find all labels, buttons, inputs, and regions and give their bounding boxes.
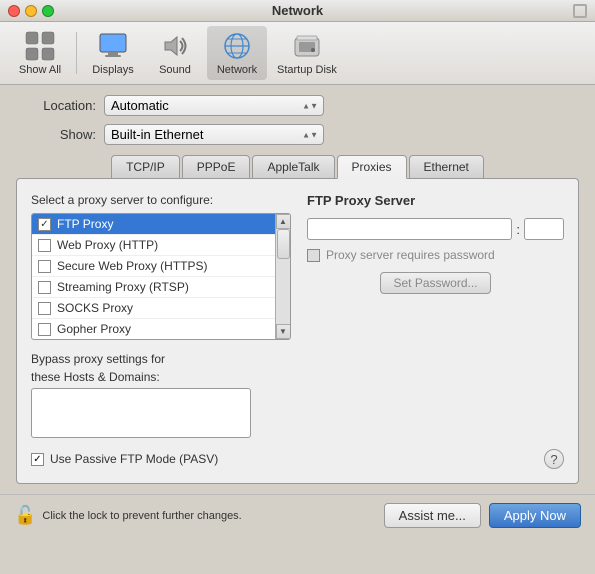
proxy-checkbox-web[interactable] bbox=[38, 239, 51, 252]
minimize-button[interactable] bbox=[25, 5, 37, 17]
startup-disk-icon bbox=[291, 30, 323, 62]
window-title: Network bbox=[272, 3, 323, 18]
apply-now-button[interactable]: Apply Now bbox=[489, 503, 581, 528]
ftp-colon: : bbox=[516, 222, 520, 237]
toolbar-divider-1 bbox=[76, 32, 77, 74]
proxy-item-ftp[interactable]: ✓ FTP Proxy bbox=[32, 214, 275, 235]
show-select[interactable]: Built-in Ethernet bbox=[104, 124, 324, 145]
tab-ethernet[interactable]: Ethernet bbox=[409, 155, 484, 179]
proxy-list: ✓ FTP Proxy Web Proxy (HTTP) Secure Web … bbox=[32, 214, 275, 339]
network-label: Network bbox=[217, 64, 257, 76]
show-select-wrapper[interactable]: Built-in Ethernet bbox=[104, 124, 324, 145]
maximize-button[interactable] bbox=[42, 5, 54, 17]
show-all-label: Show All bbox=[19, 64, 61, 76]
location-label: Location: bbox=[16, 98, 96, 113]
ftp-section-title: FTP Proxy Server bbox=[307, 193, 564, 208]
proxy-checkbox-ftp[interactable]: ✓ bbox=[38, 218, 51, 231]
ftp-requires-password-checkbox[interactable] bbox=[307, 249, 320, 262]
ftp-port-input[interactable] bbox=[524, 218, 564, 240]
proxy-label-streaming: Streaming Proxy (RTSP) bbox=[57, 280, 189, 294]
bypass-label-line1: Bypass proxy settings for bbox=[31, 352, 564, 366]
title-bar: Network bbox=[0, 0, 595, 22]
bypass-label-line2: these Hosts & Domains: bbox=[31, 370, 564, 384]
proxy-label-socks: SOCKS Proxy bbox=[57, 301, 133, 315]
scroll-track bbox=[276, 229, 290, 324]
lock-area: 🔓 Click the lock to prevent further chan… bbox=[14, 505, 384, 526]
network-icon bbox=[221, 30, 253, 62]
ftp-password-row: Proxy server requires password bbox=[307, 248, 564, 262]
panel-inner: Select a proxy server to configure: ✓ FT… bbox=[31, 193, 564, 340]
scrollbar[interactable]: ▲ ▼ bbox=[275, 214, 290, 339]
show-all-icon bbox=[24, 30, 56, 62]
scroll-up-arrow[interactable]: ▲ bbox=[276, 214, 291, 229]
proxy-list-section: Select a proxy server to configure: ✓ FT… bbox=[31, 193, 291, 340]
tab-tcpip[interactable]: TCP/IP bbox=[111, 155, 180, 179]
show-row: Show: Built-in Ethernet bbox=[16, 124, 579, 145]
scroll-down-arrow[interactable]: ▼ bbox=[276, 324, 291, 339]
location-select-wrapper[interactable]: Automatic bbox=[104, 95, 324, 116]
proxy-label-web: Web Proxy (HTTP) bbox=[57, 238, 158, 252]
close-button[interactable] bbox=[8, 5, 20, 17]
proxy-item-web[interactable]: Web Proxy (HTTP) bbox=[32, 235, 275, 256]
proxy-label-secure-web: Secure Web Proxy (HTTPS) bbox=[57, 259, 207, 273]
lock-text: Click the lock to prevent further change… bbox=[42, 510, 241, 522]
displays-label: Displays bbox=[92, 64, 134, 76]
location-row: Location: Automatic bbox=[16, 95, 579, 116]
sound-label: Sound bbox=[159, 64, 191, 76]
bottom-bar: 🔓 Click the lock to prevent further chan… bbox=[0, 494, 595, 536]
scroll-thumb[interactable] bbox=[277, 229, 290, 259]
toolbar: Show All Displays Sound bbox=[0, 22, 595, 85]
location-select[interactable]: Automatic bbox=[104, 95, 324, 116]
help-button[interactable]: ? bbox=[544, 449, 564, 469]
tab-pppoe[interactable]: PPPoE bbox=[182, 155, 251, 179]
proxy-list-container: ✓ FTP Proxy Web Proxy (HTTP) Secure Web … bbox=[31, 213, 291, 340]
toolbar-show-all[interactable]: Show All bbox=[10, 26, 70, 80]
ftp-requires-password-label: Proxy server requires password bbox=[326, 248, 495, 262]
lock-icon[interactable]: 🔓 bbox=[14, 505, 36, 526]
ftp-section: FTP Proxy Server : Proxy server requires… bbox=[307, 193, 564, 340]
tabs-bar: TCP/IP PPPoE AppleTalk Proxies Ethernet bbox=[16, 155, 579, 179]
sound-icon bbox=[159, 30, 191, 62]
proxy-checkbox-secure-web[interactable] bbox=[38, 260, 51, 273]
proxy-checkbox-socks[interactable] bbox=[38, 302, 51, 315]
bypass-input[interactable] bbox=[31, 388, 251, 438]
bypass-section: Bypass proxy settings for these Hosts & … bbox=[31, 352, 564, 441]
show-label: Show: bbox=[16, 127, 96, 142]
ftp-server-input[interactable] bbox=[307, 218, 512, 240]
proxy-item-gopher[interactable]: Gopher Proxy bbox=[32, 319, 275, 339]
displays-icon bbox=[97, 30, 129, 62]
tab-proxies[interactable]: Proxies bbox=[337, 155, 407, 179]
proxy-checkbox-gopher[interactable] bbox=[38, 323, 51, 336]
main-content: Location: Automatic Show: Built-in Ether… bbox=[0, 85, 595, 494]
set-password-button[interactable]: Set Password... bbox=[380, 272, 490, 294]
passive-row: ✓ Use Passive FTP Mode (PASV) ? bbox=[31, 449, 564, 469]
proxy-checkbox-streaming[interactable] bbox=[38, 281, 51, 294]
startup-disk-label: Startup Disk bbox=[277, 64, 337, 76]
tab-appletalk[interactable]: AppleTalk bbox=[252, 155, 334, 179]
toolbar-network[interactable]: Network bbox=[207, 26, 267, 80]
proxy-item-socks[interactable]: SOCKS Proxy bbox=[32, 298, 275, 319]
panel: Select a proxy server to configure: ✓ FT… bbox=[16, 178, 579, 484]
toolbar-sound[interactable]: Sound bbox=[145, 26, 205, 80]
proxy-label-gopher: Gopher Proxy bbox=[57, 322, 131, 336]
toolbar-displays[interactable]: Displays bbox=[83, 26, 143, 80]
traffic-lights bbox=[8, 5, 54, 17]
bottom-buttons: Assist me... Apply Now bbox=[384, 503, 581, 528]
toolbar-startup-disk[interactable]: Startup Disk bbox=[269, 26, 345, 80]
proxy-label-ftp: FTP Proxy bbox=[57, 217, 113, 231]
ftp-server-row: : bbox=[307, 218, 564, 240]
proxy-list-title: Select a proxy server to configure: bbox=[31, 193, 291, 207]
resize-handle[interactable] bbox=[573, 4, 587, 18]
passive-ftp-label: Use Passive FTP Mode (PASV) bbox=[50, 452, 218, 466]
proxy-item-streaming[interactable]: Streaming Proxy (RTSP) bbox=[32, 277, 275, 298]
passive-ftp-checkbox[interactable]: ✓ bbox=[31, 453, 44, 466]
proxy-item-secure-web[interactable]: Secure Web Proxy (HTTPS) bbox=[32, 256, 275, 277]
assist-me-button[interactable]: Assist me... bbox=[384, 503, 481, 528]
